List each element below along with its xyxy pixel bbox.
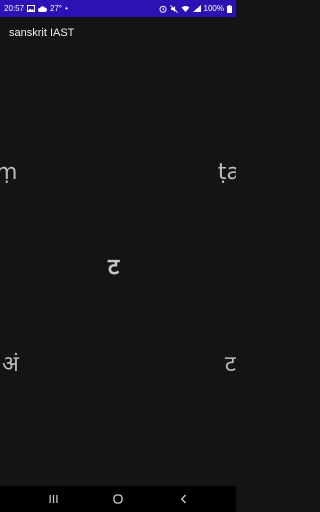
cloud-icon [38,5,48,12]
mute-icon [169,4,178,13]
glyph-center[interactable]: ट [108,255,119,281]
gallery-icon [27,5,36,12]
app-title: sanskrit IAST [9,27,75,39]
nav-bar [0,486,236,512]
screen: 20:57 27° • 100% sanskrit IAST ṃ ṭa ट अं… [0,0,236,512]
status-time: 20:57 [4,4,25,13]
app-bar: sanskrit IAST [0,17,236,51]
glyph-right-bottom[interactable]: ट [225,352,236,378]
wifi-icon [181,5,190,12]
alarm-icon [159,5,167,13]
home-button[interactable] [103,486,133,512]
glyph-right-top[interactable]: ṭa [218,160,236,186]
status-bar: 20:57 27° • 100% [0,0,236,17]
home-icon [113,494,123,504]
battery-icon [227,4,232,13]
status-left: 20:57 27° • [4,0,68,17]
status-right: 100% [159,0,232,17]
glyph-left-bottom[interactable]: अं [2,352,19,378]
battery-percent: 100% [203,4,224,13]
glyph-left-top[interactable]: ṃ [0,160,17,186]
recent-apps-icon [49,495,57,503]
recent-apps-button[interactable] [38,486,68,512]
back-button[interactable] [168,486,198,512]
notification-dot: • [65,4,68,13]
temperature: 27° [50,4,63,13]
back-icon [180,494,186,504]
signal-icon [192,5,201,12]
